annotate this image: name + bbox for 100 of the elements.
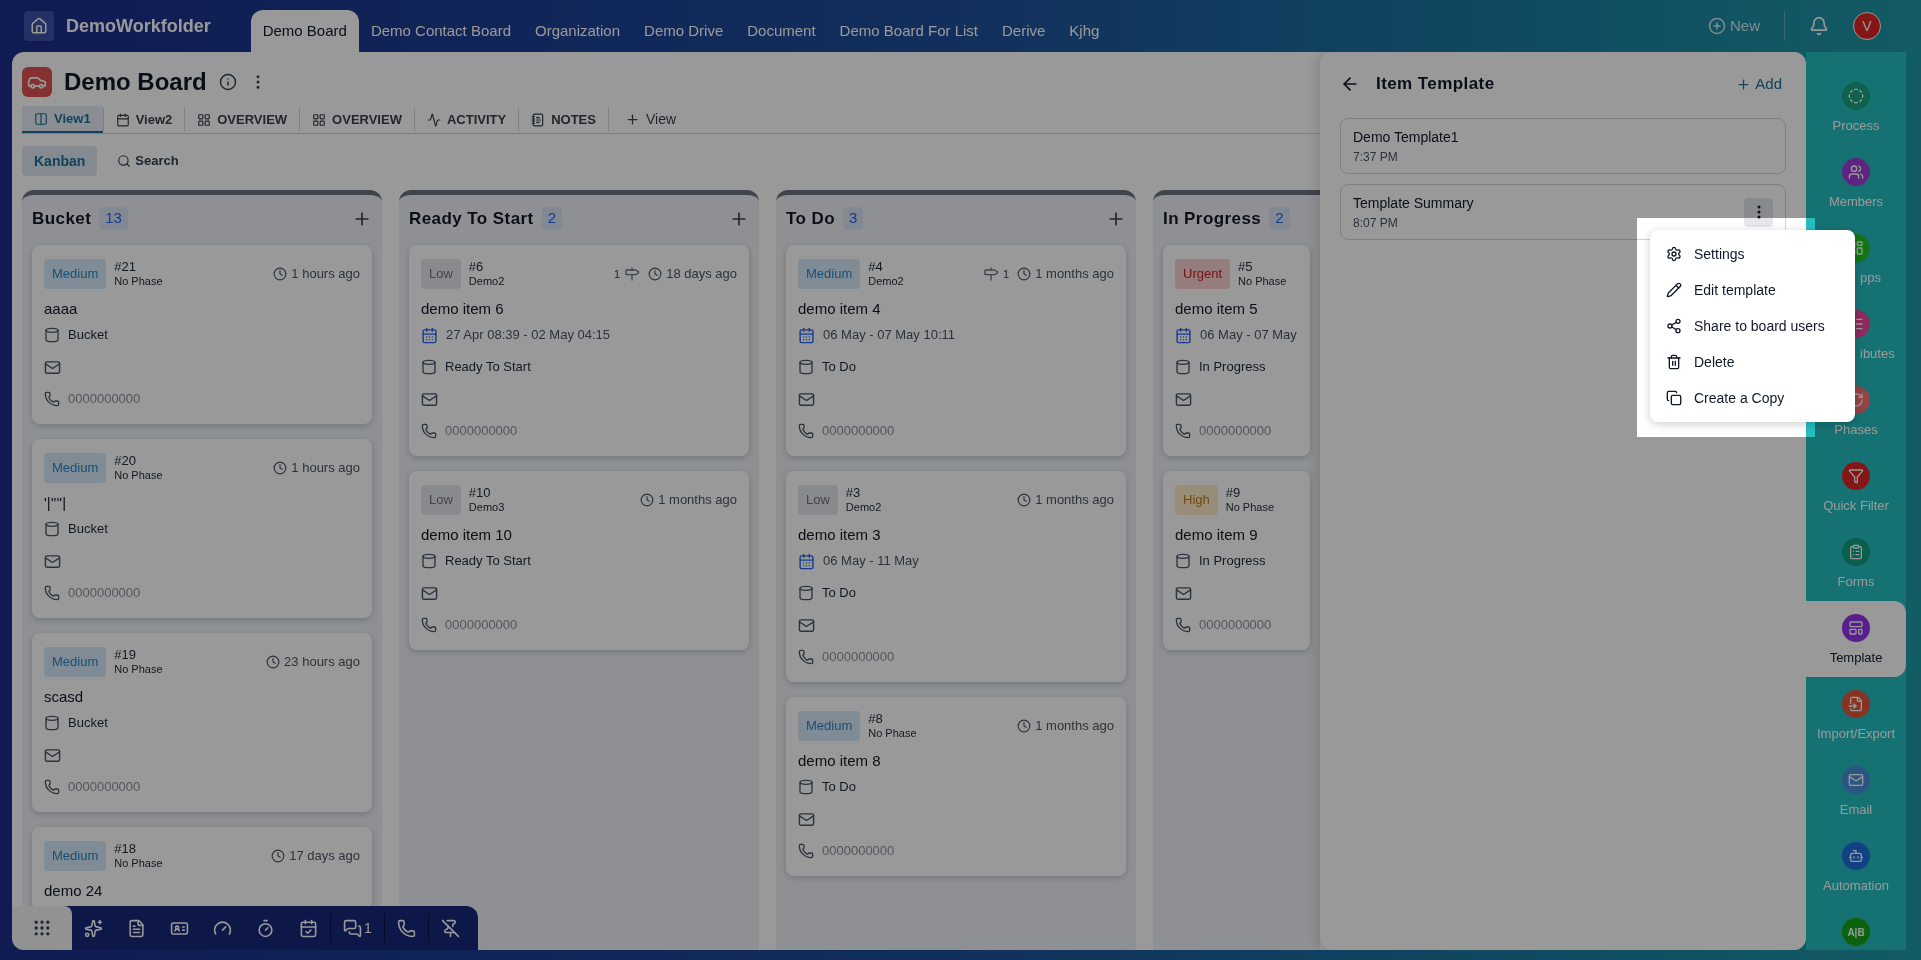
more-button[interactable] <box>1744 197 1773 227</box>
unpin-icon <box>440 918 460 938</box>
menu-item[interactable]: Share to board users <box>1650 308 1855 344</box>
grid-icon <box>312 112 327 127</box>
item-title: demo item 4 <box>798 299 881 319</box>
item-phone: 0000000000 <box>822 648 895 667</box>
column-count: 2 <box>1269 207 1290 230</box>
item-phase: No Phase <box>114 662 163 677</box>
priority-tag: Medium <box>798 259 861 289</box>
workspace-tab[interactable]: Demo Board For List <box>827 10 990 52</box>
item-phone: 0000000000 <box>445 616 518 635</box>
view-tab[interactable]: ACTIVITY <box>414 106 519 133</box>
sidebar-label: pps <box>1859 269 1881 287</box>
item-phase: Demo3 <box>468 500 505 515</box>
menu-item[interactable]: Edit template <box>1650 272 1855 308</box>
item-dates: 06 May - 07 May 10:11 <box>823 326 955 345</box>
user-avatar[interactable]: V <box>1853 12 1881 40</box>
view-tab[interactable]: View2 <box>103 106 185 133</box>
sidebar-label: Email <box>1839 801 1873 819</box>
item-card[interactable]: Medium #19 No Phase 23 hours ago scasd Bucket 0000000000 <box>32 633 372 812</box>
bucket-icon <box>798 585 814 601</box>
column-title: Bucket <box>32 207 92 230</box>
mail-icon <box>1842 766 1870 794</box>
trash-icon <box>1666 354 1682 370</box>
item-phase: No Phase <box>1225 500 1275 515</box>
view-tab[interactable]: View1 <box>22 106 103 133</box>
kanban-button[interactable]: Kanban <box>22 146 98 176</box>
plus-icon <box>1708 17 1726 35</box>
item-phone: 0000000000 <box>1199 616 1272 635</box>
item-phase: No Phase <box>1238 274 1287 289</box>
item-phone: 0000000000 <box>68 584 141 603</box>
item-card[interactable]: Medium #8 No Phase 1 months ago demo item 8 To Do 0000000000 <box>786 697 1126 876</box>
item-card[interactable]: High #9 No Phase demo item 9 In Progress 0000000000 <box>1163 471 1310 650</box>
workspace-tab[interactable]: Organization <box>523 10 633 52</box>
add-view-button[interactable]: View <box>608 106 693 133</box>
calendar-icon <box>1175 326 1192 344</box>
view-tab[interactable]: NOTES <box>519 106 608 133</box>
workspace-tab[interactable]: Kjhg <box>1057 10 1112 52</box>
column-title: Ready To Start <box>409 207 534 230</box>
column-count: 13 <box>99 207 128 230</box>
sidebar-label: Template <box>1829 649 1883 667</box>
clock-icon <box>1017 493 1032 507</box>
bucket-icon <box>798 359 814 375</box>
bucket-icon <box>421 359 437 375</box>
grid-icon <box>197 112 212 127</box>
priority-tag: Medium <box>44 259 107 289</box>
apps-launcher-button[interactable] <box>12 906 72 950</box>
item-phase: No Phase <box>114 274 163 289</box>
template-item[interactable]: Demo Template1 7:37 PM <box>1340 118 1786 174</box>
sidebar-label: Quick Filter <box>1823 497 1889 515</box>
workspace-tab[interactable]: Derive <box>990 10 1058 52</box>
item-bucket: Bucket <box>68 326 108 345</box>
home-button[interactable] <box>24 11 54 41</box>
item-bucket: To Do <box>822 584 856 603</box>
sidebar-label: Phases <box>1834 421 1878 439</box>
item-phase: No Phase <box>868 726 917 741</box>
priority-tag: Medium <box>44 841 107 871</box>
item-card[interactable]: Medium #20 No Phase 1 hours ago '|''''| Bucket 0000000000 <box>32 439 372 618</box>
workspace-tab[interactable]: Demo Contact Board <box>358 10 523 52</box>
item-card[interactable]: Low #6 Demo2 1 18 days ago demo item 6 27 Apr 08:39 - 02 May 04:15 Ready To Start 0000000000 <box>409 245 749 456</box>
gauge-icon <box>213 918 232 938</box>
item-time: 17 days ago <box>289 847 360 866</box>
menu-item[interactable]: Create a Copy <box>1650 380 1855 416</box>
item-number: #18 <box>114 841 137 856</box>
clock-icon <box>1017 267 1032 281</box>
item-phone: 0000000000 <box>68 778 141 797</box>
template-icon <box>1842 614 1870 642</box>
workspace-tab[interactable]: Document <box>735 10 828 52</box>
workspace-tab[interactable]: Demo Board <box>250 10 359 52</box>
calendar-icon <box>299 918 318 938</box>
item-card[interactable]: Low #3 Demo2 1 months ago demo item 3 06 May - 11 May To Do 0000000000 <box>786 471 1126 682</box>
item-card[interactable]: Medium #4 Demo2 1 1 months ago demo item 4 06 May - 07 May 10:11 To Do 0000000000 <box>786 245 1126 456</box>
item-card[interactable]: Urgent #5 No Phase demo item 5 06 May - 07 May In Progress 0000000000 <box>1163 245 1310 456</box>
info-icon[interactable] <box>218 73 237 91</box>
phone-icon <box>421 423 437 439</box>
menu-item[interactable]: Delete <box>1650 344 1855 380</box>
view-tab[interactable]: OVERVIEW <box>300 106 414 133</box>
clock-icon <box>273 267 288 281</box>
add-template-button[interactable]: Add <box>1736 72 1782 96</box>
item-time: 1 months ago <box>1035 717 1114 736</box>
item-card[interactable]: Medium #21 No Phase 1 hours ago aaaa Bucket 0000000000 <box>32 245 372 424</box>
item-number: #4 <box>868 259 884 274</box>
sidebar-item[interactable]: A|B <box>1806 905 1906 960</box>
ab-test-icon: A|B <box>1842 918 1870 946</box>
board-title: Demo Board <box>64 67 207 97</box>
clock-icon <box>648 267 663 281</box>
bell-icon[interactable] <box>1809 16 1829 36</box>
plus-icon <box>624 112 640 127</box>
clipboard-icon <box>1842 538 1870 566</box>
item-card[interactable]: Low #10 Demo3 1 months ago demo item 10 Ready To Start 0000000000 <box>409 471 749 650</box>
item-phone: 0000000000 <box>822 842 895 861</box>
view-tab[interactable]: OVERVIEW <box>185 106 300 133</box>
search-button[interactable]: Search <box>109 146 187 176</box>
bucket-icon <box>1175 553 1191 569</box>
bucket-icon <box>44 327 60 343</box>
sidebar-item[interactable]: Template <box>1806 601 1906 677</box>
item-phase: No Phase <box>114 468 163 483</box>
phone-icon <box>1175 423 1191 439</box>
workspace-tab[interactable]: Demo Drive <box>632 10 736 52</box>
bucket-icon <box>421 553 437 569</box>
